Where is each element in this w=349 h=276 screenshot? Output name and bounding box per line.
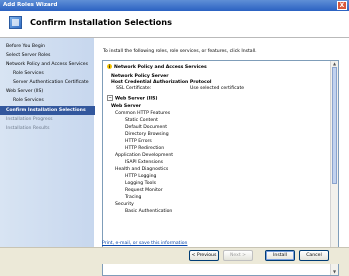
- list-item: Network Policy Server: [111, 74, 169, 79]
- main-content: To install the following roles, role ser…: [95, 38, 349, 276]
- page-header: Confirm Installation Selections: [0, 11, 349, 38]
- section-title: Web Server (IIS): [115, 96, 158, 102]
- sidebar-item-iis-role-services[interactable]: Role Services: [0, 96, 107, 105]
- list-item: Directory Browsing: [125, 132, 169, 137]
- scroll-thumb[interactable]: [332, 67, 337, 184]
- list-item: HTTP Logging: [125, 174, 157, 179]
- collapse-icon[interactable]: −: [107, 95, 113, 101]
- cancel-button[interactable]: Cancel: [299, 250, 329, 261]
- info-icon: i: [107, 64, 112, 69]
- list-item: Logging Tools: [125, 181, 156, 186]
- section-header-iis[interactable]: − Web Server (IIS): [107, 95, 158, 102]
- list-item: Web Server: [111, 104, 141, 109]
- sidebar-item-npas[interactable]: Network Policy and Access Services: [0, 60, 100, 69]
- previous-button[interactable]: < Previous: [189, 250, 219, 261]
- sidebar-item-server-auth-cert[interactable]: Server Authentication Certificate: [0, 78, 107, 87]
- scroll-down-icon[interactable]: ▼: [331, 269, 338, 275]
- list-item: Static Content: [125, 118, 158, 123]
- sidebar-item-npas-role-services[interactable]: Role Services: [0, 69, 107, 78]
- next-button: Next >: [223, 250, 253, 261]
- wizard-window: Add Roles Wizard X Confirm Installation …: [0, 0, 349, 276]
- wizard-step-nav: Before You Begin Select Server Roles Net…: [0, 38, 100, 247]
- button-bar: < Previous Next > Install Cancel: [0, 247, 349, 264]
- sidebar-item-installation-progress: Installation Progress: [6, 117, 53, 122]
- sidebar-item-confirm[interactable]: Confirm Installation Selections: [0, 106, 100, 115]
- list-item: Tracing: [125, 195, 142, 200]
- title-bar: Add Roles Wizard X: [0, 0, 349, 11]
- list-item: Default Document: [125, 125, 168, 130]
- sidebar-item-before-you-begin[interactable]: Before You Begin: [0, 42, 100, 51]
- list-item: HTTP Errors: [125, 139, 152, 144]
- window-title: Add Roles Wizard: [3, 2, 58, 8]
- sidebar-item-web-server[interactable]: Web Server (IIS): [0, 87, 100, 96]
- list-item: Security: [115, 202, 134, 207]
- list-item: Basic Authentication: [125, 209, 173, 214]
- close-button[interactable]: X: [337, 1, 347, 10]
- list-item-label: SSL Certificate:: [116, 86, 152, 91]
- page-title: Confirm Installation Selections: [30, 17, 173, 27]
- print-save-link[interactable]: Print, e-mail, or save this information: [102, 241, 187, 246]
- sidebar-item-select-server-roles[interactable]: Select Server Roles: [0, 51, 100, 60]
- section-title: Network Policy and Access Services: [114, 65, 207, 70]
- list-item-value: Use selected certificate: [190, 86, 245, 91]
- list-item: Request Monitor: [125, 188, 163, 193]
- list-item: Host Credential Authorization Protocol: [111, 80, 212, 85]
- wizard-icon: [9, 16, 22, 29]
- list-item: Application Development: [115, 153, 174, 158]
- list-item: ISAPI Extensions: [125, 160, 164, 165]
- instruction-text: To install the following roles, role ser…: [103, 49, 257, 54]
- install-button[interactable]: Install: [265, 250, 295, 261]
- list-item: Health and Diagnostics: [115, 167, 169, 172]
- list-item: HTTP Redirection: [125, 146, 165, 151]
- sidebar-item-installation-results: Installation Results: [6, 126, 50, 131]
- list-item: Common HTTP Features: [115, 111, 171, 116]
- section-header-npas[interactable]: i Network Policy and Access Services: [107, 64, 207, 70]
- list-scrollbar[interactable]: ▲ ▼: [330, 61, 338, 275]
